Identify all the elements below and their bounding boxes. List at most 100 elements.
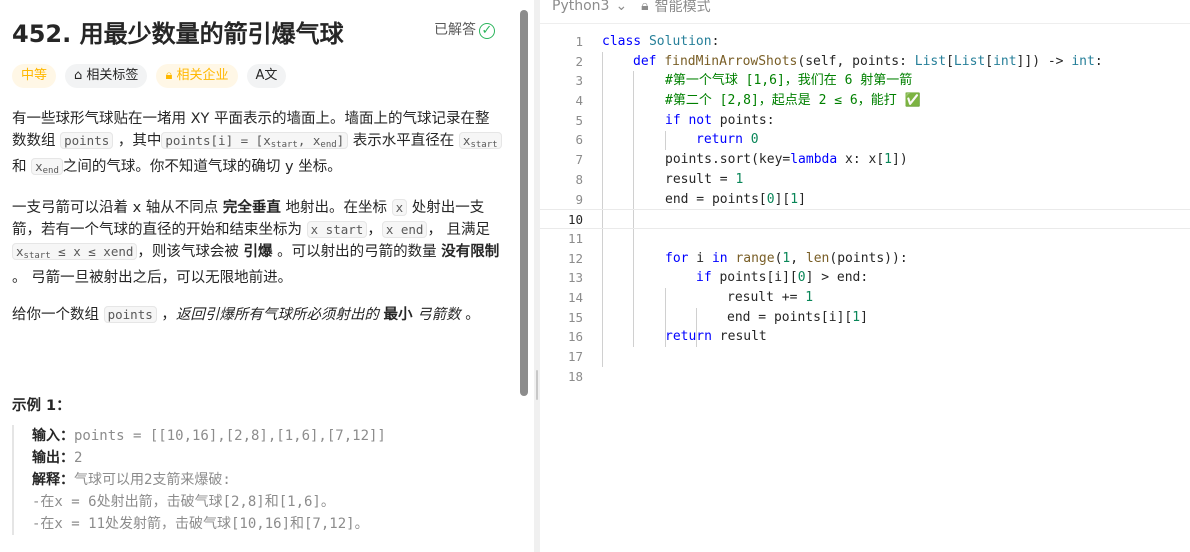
- bold-text: 最小: [383, 307, 413, 323]
- related-tags-label: 相关标签: [86, 68, 139, 83]
- text: result =: [665, 171, 736, 187]
- solved-label: 已解答: [434, 22, 476, 38]
- code-line: 12 for i in range(1, len(points)):: [540, 249, 1190, 269]
- related-companies-button[interactable]: 🔒︎ 相关企业: [156, 64, 238, 88]
- code-line: 9 end = points[0][1]: [540, 190, 1190, 210]
- text: [: [985, 53, 994, 69]
- number: 1: [735, 171, 744, 187]
- keyword: class: [602, 34, 642, 49]
- line-content: result = 1: [665, 170, 743, 190]
- text: 。 弓箭一旦被射出之后，可以无限地前进。: [12, 270, 293, 286]
- number: 1: [790, 191, 799, 207]
- line-number: 12: [567, 250, 583, 266]
- text: :: [1094, 53, 1103, 69]
- translate-icon: A文: [255, 68, 278, 83]
- line-number: 14: [567, 289, 583, 305]
- subscript: start: [270, 140, 298, 150]
- code-text: ≤ x ≤ x: [50, 244, 111, 259]
- example-line: -在x = 6处射出箭，击破气球[2,8]和[1,6]。: [32, 494, 335, 510]
- code-line: 15 end = points[i][1]: [540, 308, 1190, 328]
- line-number: 16: [567, 329, 583, 345]
- text: points:: [711, 112, 775, 128]
- line-content: if points[i][0] > end:: [696, 268, 868, 288]
- problem-panel: 452. 用最少数量的箭引爆气球 已解答 ✓ 中等 ⌂ 相关标签 🔒︎ 相关企业 …: [0, 0, 516, 552]
- line-number: 18: [567, 368, 583, 384]
- code-editor-panel: Python3 ⌄ 🔒︎ 智能模式 1 class Solution: 2 def …: [540, 0, 1190, 552]
- text: 。可以射出的弓箭的数量: [272, 244, 442, 260]
- related-tags-button[interactable]: ⌂ 相关标签: [65, 64, 148, 88]
- line-content: class Solution:: [602, 32, 719, 52]
- subscript: start: [23, 251, 51, 261]
- description-paragraph-1: 有一些球形气球贴在一堵用 XY 平面表示的墙面上。墙面上的气球记录在整数数组 p…: [12, 108, 502, 182]
- type: int: [1071, 53, 1095, 69]
- text: :: [711, 34, 720, 49]
- line-number: 15: [567, 309, 583, 325]
- language-selector[interactable]: Python3 ⌄: [552, 0, 627, 14]
- lock-icon: 🔒︎: [165, 68, 173, 83]
- number: 1: [805, 289, 814, 305]
- code-line: 11: [540, 229, 1190, 249]
- chevron-down-icon: ⌄: [615, 0, 628, 14]
- type: List: [914, 53, 947, 69]
- text: end = points[: [665, 191, 767, 207]
- keyword: if: [696, 270, 712, 286]
- inline-code: points: [60, 132, 114, 149]
- text: ]): [892, 152, 908, 168]
- code-text: ]: [336, 133, 345, 148]
- explanation-value: 气球可以用2支箭来爆破:: [74, 472, 231, 488]
- inline-code: x start: [306, 221, 368, 238]
- explanation-label: 解释：: [32, 472, 74, 488]
- type: List: [953, 53, 986, 69]
- text: (points)):: [829, 250, 908, 266]
- inline-code: points: [103, 306, 157, 323]
- example-input: 输入：points = [[10,16],[2,8],[1,6],[7,12]]: [32, 425, 516, 447]
- code-text: end: [110, 244, 134, 259]
- line-number: 4: [575, 93, 583, 109]
- line-content: end = points[i][1]: [727, 308, 868, 328]
- number: 0: [766, 191, 775, 207]
- description-scrollbar[interactable]: [520, 10, 528, 396]
- line-number: 8: [575, 171, 583, 187]
- function-name: len: [805, 250, 830, 266]
- example-line: -在x = 11处发射箭，击破气球[10,16]和[7,12]。: [32, 516, 369, 532]
- code-line: 7 points.sort(key=lambda x: x[1]): [540, 150, 1190, 170]
- code-text: end: [400, 222, 424, 237]
- related-companies-label: 相关企业: [176, 68, 229, 83]
- italic-text: 弓箭数: [412, 307, 461, 323]
- code-line: 5 if not points:: [540, 111, 1190, 131]
- keyword: return: [665, 329, 712, 345]
- code-area[interactable]: 1 class Solution: 2 def findMinArrowShots(…: [540, 32, 1190, 386]
- text: end = points[i][: [727, 309, 853, 325]
- text: ,: [790, 250, 806, 266]
- input-label: 输入：: [32, 428, 74, 444]
- translate-button[interactable]: A文: [246, 64, 287, 88]
- text: ，: [156, 307, 176, 323]
- text: 地射出。在坐标: [280, 200, 392, 216]
- number: 0: [797, 270, 806, 286]
- function-name: range: [735, 250, 775, 266]
- text: ，: [367, 222, 382, 238]
- code-text: x: [310, 222, 319, 237]
- text: ][: [774, 191, 791, 207]
- bold-text: 完全垂直: [222, 200, 281, 216]
- editor-toolbar: Python3 ⌄ 🔒︎ 智能模式: [552, 0, 711, 16]
- line-content: result += 1: [727, 288, 813, 308]
- line-content: return 0: [696, 130, 759, 150]
- example-block: 输入：points = [[10,16],[2,8],[1,6],[7,12]]…: [12, 425, 516, 535]
- bold-text: 没有限制: [441, 244, 500, 260]
- keyword: return: [696, 132, 743, 148]
- keyword: not: [688, 112, 712, 128]
- text: 表示水平直径在: [348, 133, 459, 149]
- difficulty-badge: 中等: [12, 64, 57, 88]
- description-paragraph-3: 给你一个数组 points ，返回引爆所有气球所必须射出的 最小 弓箭数 。: [12, 304, 502, 326]
- line-number: 6: [575, 132, 583, 148]
- code-line: 2 def findMinArrowShots(self, points: Lis…: [540, 52, 1190, 72]
- keyword: def: [633, 53, 657, 69]
- number: 0: [750, 132, 759, 148]
- code-line: 3 #第一个气球 [1,6]，我们在 6 射第一箭: [540, 71, 1190, 91]
- check-circle-icon: ✓: [479, 23, 495, 39]
- lock-icon: 🔒︎: [641, 0, 649, 14]
- number: 1: [884, 152, 892, 168]
- input-value: points = [[10,16],[2,8],[1,6],[7,12]]: [74, 428, 386, 444]
- mode-toggle[interactable]: 🔒︎ 智能模式: [641, 0, 710, 16]
